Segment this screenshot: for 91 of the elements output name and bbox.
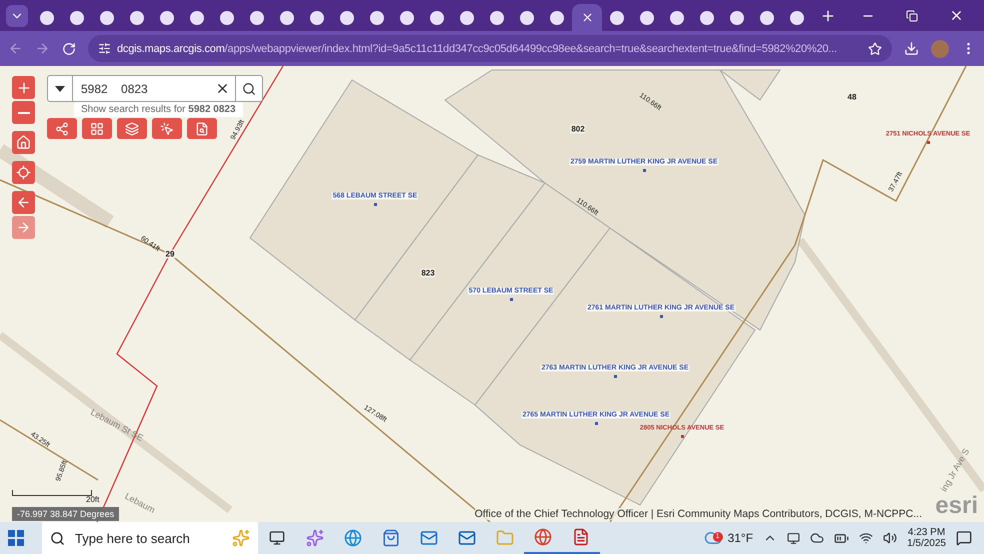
layers-button[interactable]: [117, 118, 147, 139]
time-text: 4:23 PM: [908, 527, 946, 538]
previous-extent-button[interactable]: [12, 191, 35, 214]
tab-favicon-icon: [70, 10, 84, 24]
search-icon: [242, 82, 256, 96]
address-point-icon: [374, 203, 377, 206]
search-field[interactable]: 5982 0823: [47, 75, 263, 102]
parcel-number: 802: [570, 124, 586, 134]
tab-favicon-icon: [100, 10, 114, 24]
file-search-icon: [195, 122, 209, 136]
home-icon: [16, 135, 31, 150]
clear-icon[interactable]: [215, 81, 230, 96]
select-tool-button[interactable]: [152, 118, 182, 139]
sparkles-icon: [232, 529, 250, 547]
tab-favicon-icon: [400, 10, 414, 24]
tab-favicon-icon: [670, 10, 684, 24]
volume-icon[interactable]: [883, 531, 898, 545]
grid-tool-button[interactable]: [82, 118, 112, 139]
tab-favicon-icon: [160, 10, 174, 24]
tab-favicon-icon: [610, 10, 624, 24]
tab-favicon-icon: [760, 10, 774, 24]
notifications-icon[interactable]: [956, 530, 972, 546]
plus-icon: [16, 80, 32, 96]
restore-icon[interactable]: [906, 10, 918, 22]
weather-cloud-icon[interactable]: [704, 529, 722, 547]
home-button[interactable]: [12, 131, 35, 154]
parcel-number: 29: [164, 250, 176, 258]
tab-favicon-icon: [790, 10, 804, 24]
tab-favicon-icon: [280, 10, 294, 24]
minus-icon: [18, 112, 30, 114]
reload-icon[interactable]: [62, 42, 76, 56]
locate-button[interactable]: [12, 161, 35, 184]
tab-favicon-icon: [190, 10, 204, 24]
tab-favicon-icon: [220, 10, 234, 24]
search-icon: [50, 530, 65, 546]
parcel-number: 48: [846, 92, 858, 102]
address-point-icon: [681, 435, 684, 438]
close-icon[interactable]: [580, 11, 594, 24]
tab-favicon-icon: [40, 10, 54, 24]
address-point-icon: [927, 141, 930, 144]
share-icon: [55, 122, 69, 136]
date-text: 1/5/2025: [907, 538, 946, 549]
tab-favicon-icon: [700, 10, 714, 24]
street-label: ing Jr Ave S: [938, 446, 972, 494]
tab-favicon-icon: [310, 10, 324, 24]
layers-icon: [125, 122, 139, 136]
search-hint: Show search results for 5982 0823: [74, 102, 243, 117]
address-bar[interactable]: dcgis.maps.arcgis.com/apps/webappviewer/index.html?id=9a5c11c11dd347cc9c05d64499cc98ee&search=true&searchextent=true&find=5982%20%20...: [88, 35, 892, 62]
zoom-out-button[interactable]: [12, 101, 35, 124]
query-tool-button[interactable]: [187, 118, 217, 139]
tab-favicon-icon: [490, 10, 504, 24]
address-point-icon: [660, 315, 663, 318]
logo-text: esri: [935, 492, 978, 520]
tab-favicon-icon: [430, 10, 444, 24]
address-point-icon: [595, 422, 598, 425]
pointer-icon: [160, 122, 174, 136]
tab-favicon-icon: [340, 10, 354, 24]
attribution-text: Office of the Chief Technology Officer | Esri Community Maps Contributors, DCGIS, M-NCPPC...: [474, 508, 922, 520]
taskbar-search-field[interactable]: Type here to search: [42, 522, 258, 554]
url-text: dcgis.maps.arcgis.com/apps/webappviewer/index.html?id=9a5c11c11dd347cc9c05d64499cc98ee&search=true&searchextent=true&find=5982%20%20...: [117, 42, 837, 54]
download-icon[interactable]: [904, 41, 919, 56]
parcel-number: 823: [420, 268, 436, 278]
arrow-right-icon: [16, 220, 31, 235]
taskbar-search-input[interactable]: Type here to search: [73, 530, 224, 546]
cloud-icon[interactable]: [810, 531, 824, 545]
start-icon[interactable]: [8, 530, 24, 546]
tab-favicon-icon: [370, 10, 384, 24]
address-point-icon: [614, 375, 617, 378]
site-info-icon[interactable]: [98, 42, 111, 55]
browser-tab[interactable]: [572, 4, 602, 31]
tab-favicon-icon: [640, 10, 654, 24]
tab-favicon-icon: [550, 10, 564, 24]
tab-list-button[interactable]: [6, 4, 28, 26]
tab-favicon-icon: [250, 10, 264, 24]
zoom-in-button[interactable]: [12, 76, 35, 99]
bookmark-icon[interactable]: [868, 42, 882, 56]
tab-favicon-icon: [460, 10, 474, 24]
temperature-text: 31°F: [728, 531, 754, 545]
clock[interactable]: 4:23 PM 1/5/2025: [907, 527, 946, 549]
scale-label: 20ft: [86, 495, 100, 504]
address-point-icon: [510, 298, 513, 301]
address-point-icon: [643, 169, 646, 172]
crosshair-icon: [16, 165, 31, 180]
tab-favicon-icon: [130, 10, 144, 24]
tab-favicon-icon: [730, 10, 744, 24]
tab-favicon-icon: [520, 10, 534, 24]
grid-icon: [90, 122, 104, 136]
coordinates-readout: -76.997 38.847 Degrees: [12, 507, 120, 521]
share-tool-button[interactable]: [47, 118, 77, 139]
new-tab-icon[interactable]: [820, 8, 836, 24]
wifi-icon[interactable]: [859, 531, 874, 545]
